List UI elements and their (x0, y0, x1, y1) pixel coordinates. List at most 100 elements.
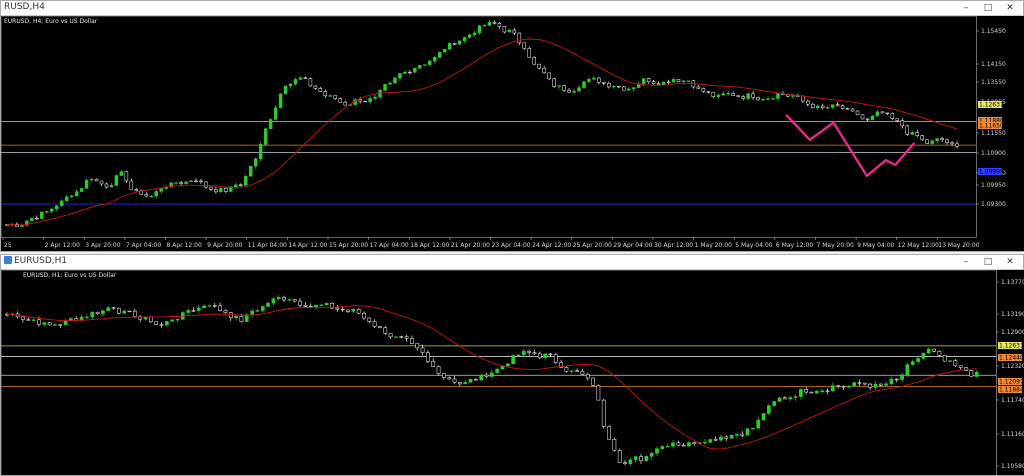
candle-body (786, 94, 790, 97)
candle-body (224, 187, 228, 192)
candle-body (462, 37, 467, 42)
candle-body (942, 355, 947, 362)
candle-body (84, 179, 89, 189)
candle-body (283, 85, 288, 95)
candle-body (298, 77, 303, 80)
close-icon[interactable]: ✕ (999, 1, 1021, 15)
candle-body (26, 319, 31, 321)
candle-body (656, 83, 661, 85)
candle-body (117, 307, 121, 314)
candle-body (895, 118, 900, 121)
window-titlebar[interactable]: EURUSD,H1 – □ ✕ (1, 255, 1023, 270)
candle-body (442, 48, 447, 53)
candle-body (767, 405, 771, 414)
candle-body (681, 80, 686, 83)
candle-body (89, 179, 94, 181)
candle-body (447, 42, 452, 50)
candle-body (164, 321, 169, 326)
candle-body (398, 73, 402, 79)
candle-body (189, 180, 193, 183)
window-titlebar[interactable]: RUSD,H4 – □ ✕ (1, 1, 1023, 16)
maximize-icon[interactable]: □ (977, 255, 999, 269)
close-icon[interactable]: ✕ (999, 255, 1021, 269)
candle-body (129, 180, 134, 190)
candle-body (59, 200, 64, 207)
price-level-label: 1.11884 (999, 387, 1024, 394)
candle-body (617, 450, 622, 463)
candle-body (875, 111, 880, 117)
candle-body (627, 88, 631, 91)
candle-body (701, 88, 706, 92)
candle-body (958, 365, 963, 368)
price-tick-label: 1.12900 (1001, 329, 1024, 336)
candle-body (271, 298, 276, 304)
maximize-icon[interactable]: □ (977, 1, 999, 15)
candle-body (830, 104, 835, 108)
candle-body (363, 100, 367, 103)
chart-canvas-h1[interactable]: EURUSD, H1: Euro vs US Dollar 1.13770 1.13… (1, 270, 1024, 475)
candle-body (516, 354, 521, 356)
candle-body (596, 385, 601, 401)
candle-body (442, 373, 446, 378)
candle-body (726, 93, 730, 95)
price-tick-label: 1.13770 (1001, 279, 1024, 286)
candle-body (318, 88, 323, 92)
candle-body (564, 367, 569, 372)
candle-body (661, 81, 666, 85)
time-tick-label: 3 Apr 20:00 (85, 242, 120, 249)
candle-body (64, 196, 69, 202)
time-tick-label: 13 May 20:00 (938, 242, 979, 249)
price-chart-h1[interactable]: EURUSD, H1: Euro vs US Dollar 1.13770 1.13… (1, 270, 1024, 475)
price-tick-label: 1.13190 (1001, 311, 1024, 318)
candle-body (930, 140, 934, 144)
candle-body (69, 195, 74, 198)
candle-body (492, 21, 497, 24)
candle-body (298, 300, 302, 306)
candle-body (692, 442, 697, 445)
candle-body (303, 77, 308, 79)
candle-body (260, 306, 265, 311)
candle-body (562, 85, 566, 91)
candle-body (308, 306, 313, 308)
candle-body (495, 368, 500, 374)
candle-body (910, 361, 915, 365)
chart-canvas-h4[interactable]: EURUSD, H4: Euro vs US Dollar 1.15450 1.14… (1, 16, 1024, 251)
chart-window-h4[interactable]: RUSD,H4 – □ ✕ EURUSD, H4: Euro vs US Dol… (0, 0, 1024, 252)
candle-body (144, 193, 149, 197)
time-tick-label: 9 Apr 20:00 (207, 242, 242, 249)
candle-body (149, 316, 153, 323)
candle-body (575, 370, 579, 372)
candle-body (502, 26, 507, 33)
candle-body (346, 309, 350, 312)
chart-window-h1[interactable]: EURUSD,H1 – □ ✕ EURUSD, H1: Euro vs US D… (0, 254, 1024, 476)
candle-body (617, 85, 621, 88)
candle-body (512, 29, 517, 34)
candle-body (916, 358, 920, 362)
candle-body (921, 352, 926, 359)
candle-body (124, 171, 129, 182)
price-chart-h4[interactable]: EURUSD, H4: Euro vs US Dollar 1.15450 1.14… (1, 16, 1024, 251)
candle-body (497, 23, 502, 27)
minimize-icon[interactable]: – (955, 255, 977, 269)
candle-body (836, 385, 840, 387)
candle-body (458, 382, 462, 385)
candle-body (37, 319, 41, 325)
time-tick-label: 29 Apr 04:00 (613, 242, 652, 249)
candle-body (293, 79, 298, 85)
candle-body (403, 71, 407, 74)
candle-body (420, 347, 425, 353)
candle-body (890, 113, 895, 120)
candle-body (436, 366, 441, 374)
time-tick-label: 15 Apr 20:00 (329, 242, 368, 249)
minimize-icon[interactable]: – (955, 1, 977, 15)
candle-body (159, 188, 163, 192)
candle-body (394, 336, 398, 338)
candle-body (122, 310, 127, 314)
candle-body (58, 324, 63, 326)
time-tick-label: 25 (4, 242, 12, 249)
candle-body (457, 40, 462, 45)
candle-body (873, 383, 878, 388)
candle-body (855, 110, 860, 116)
candle-body (468, 379, 473, 383)
candle-body (214, 189, 218, 193)
